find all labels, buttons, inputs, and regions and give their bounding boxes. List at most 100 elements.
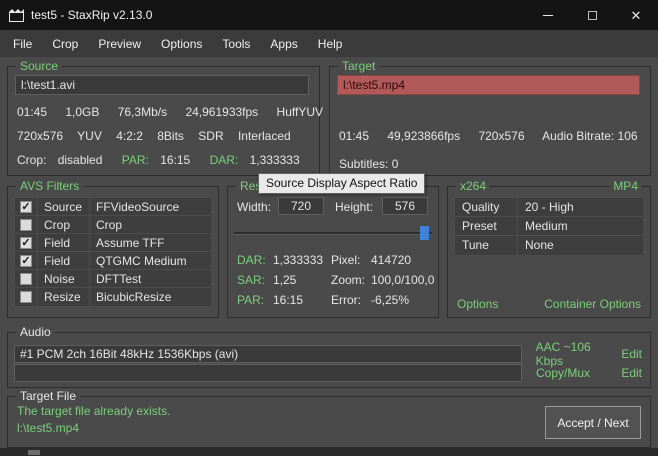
resize-slider[interactable] [234,225,432,241]
source-fps: 24,961933fps [185,105,259,119]
minimize-icon [543,14,553,16]
menu-preview[interactable]: Preview [88,37,151,51]
checkmark-icon [20,218,32,231]
checkmark-icon [20,272,32,285]
filter-value[interactable]: QTGMC Medium [89,252,211,269]
filter-value[interactable]: Assume TFF [89,234,211,251]
menu-help[interactable]: Help [308,37,353,51]
window-title: test5 - StaxRip v2.13.0 [31,8,153,22]
filter-row-noise[interactable]: Noise DFTTest [15,270,211,288]
target-file-path: l:\test5.mp4 [17,421,80,435]
filter-name: Resize [37,288,89,306]
menu-file[interactable]: File [3,37,42,51]
source-info-line3: Crop: disabled PAR: 16:15 DAR: 1,333333 [17,153,300,167]
x264-setting-name: Quality [462,200,500,214]
menu-tools[interactable]: Tools [212,37,260,51]
resize-group: Resize Width: Height: DAR: 1,333333 Pixe… [227,179,439,318]
x264-setting-value[interactable]: None [517,236,643,255]
avs-filters-group-title: AVS Filters [16,179,84,193]
checkmark-icon: ✓ [20,254,32,267]
filter-name: Noise [37,270,89,287]
target-group: Target 01:45 49,923866fps 720x576 Audio … [329,59,651,176]
resize-stats-row: PAR: 16:15 Error: -6,25% [228,293,438,313]
filter-checkbox[interactable] [15,216,37,233]
filters-table: ✓ Source FFVideoSource Crop Crop ✓ Field… [14,197,212,307]
pixel-stat-label: Pixel: [331,253,361,267]
width-label: Width: [237,200,272,214]
zoom-stat-value: 100,0/100,0 [371,273,435,287]
x264-row-quality[interactable]: Quality 20 - High [455,198,643,217]
crop-label: Crop: [17,153,47,167]
menu-crop[interactable]: Crop [42,37,88,51]
source-bitrate: 76,3Mb/s [117,105,168,119]
filter-checkbox[interactable]: ✓ [15,198,37,215]
maximize-icon [587,10,597,20]
accept-next-button[interactable]: Accept / Next [545,406,641,439]
filter-value[interactable]: FFVideoSource [89,198,211,215]
x264-row-tune[interactable]: Tune None [455,236,643,255]
zoom-stat-label: Zoom: [331,273,366,287]
source-group: Source 01:45 1,0GB 76,3Mb/s 24,961933fps… [7,59,323,176]
source-chroma: 4:2:2 [116,129,143,143]
bottom-blip [28,450,40,455]
container-format-label[interactable]: MP4 [609,179,642,193]
par-stat-value: 16:15 [273,293,304,307]
filter-checkbox[interactable] [15,270,37,287]
audio-track2-edit-link[interactable]: Edit [621,366,642,380]
filter-row-field-tff[interactable]: ✓ Field Assume TFF [15,234,211,252]
resize-slider-handle[interactable] [420,226,429,240]
container-options-link[interactable]: Container Options [544,297,641,311]
par-label: PAR: [121,153,149,167]
menu-options[interactable]: Options [151,37,212,51]
audio-track1-edit-link[interactable]: Edit [621,347,642,361]
x264-group: x264 MP4 Quality 20 - High Preset Medium… [447,179,651,318]
filter-value[interactable]: DFTTest [89,270,211,287]
dar-value[interactable]: 1,333333 [250,153,300,167]
target-file-input[interactable] [337,75,640,95]
filter-name: Field [37,252,89,269]
checkmark-icon: ✓ [20,236,32,249]
tooltip: Source Display Aspect Ratio [258,173,426,194]
target-fps: 49,923866fps [387,129,461,143]
audio-group: Audio AAC ~106 Kbps Edit Copy/Mux Edit [7,325,651,388]
filter-row-source[interactable]: ✓ Source FFVideoSource [15,198,211,216]
filter-checkbox[interactable] [15,288,37,306]
maximize-button[interactable] [570,0,614,30]
resize-stats-row: DAR: 1,333333 Pixel: 414720 [228,253,438,273]
source-colorspace: YUV [77,129,102,143]
source-group-title: Source [16,59,63,73]
x264-setting-value[interactable]: Medium [517,217,643,235]
filter-checkbox[interactable]: ✓ [15,234,37,251]
x264-setting-value[interactable]: 20 - High [517,198,643,216]
source-range: SDR [198,129,224,143]
filter-row-field-qtgmc[interactable]: ✓ Field QTGMC Medium [15,252,211,270]
par-value[interactable]: 16:15 [160,153,190,167]
source-size: 1,0GB [65,105,100,119]
dar-stat-value: 1,333333 [273,253,324,267]
checkmark-icon: ✓ [20,200,32,213]
x264-setting-name: Tune [462,238,489,252]
height-input[interactable] [382,197,428,215]
x264-row-preset[interactable]: Preset Medium [455,217,643,236]
target-duration: 01:45 [339,129,370,143]
source-resolution: 720x576 [17,129,64,143]
filter-row-resize[interactable]: Resize BicubicResize [15,288,211,306]
filter-row-crop[interactable]: Crop Crop [15,216,211,234]
filter-value[interactable]: BicubicResize [89,288,211,306]
audio-track2-codec[interactable]: Copy/Mux [536,366,590,380]
resize-stats-row: SAR: 1,25 Zoom: 100,0/100,0 [228,273,438,293]
audio-track1-input[interactable] [14,345,522,363]
source-file-input[interactable] [15,75,309,95]
x264-setting-name: Preset [462,219,497,233]
source-scan-type: Interlaced [237,129,291,143]
audio-track2-input[interactable] [14,364,522,382]
filter-value[interactable]: Crop [89,216,211,233]
dar-label: DAR: [209,153,239,167]
width-input[interactable] [278,197,324,215]
menu-apps[interactable]: Apps [260,37,307,51]
minimize-button[interactable] [526,0,570,30]
close-button[interactable]: ✕ [614,0,658,30]
crop-value[interactable]: disabled [58,153,103,167]
filter-checkbox[interactable]: ✓ [15,252,37,269]
encoder-options-link[interactable]: Options [457,297,498,311]
